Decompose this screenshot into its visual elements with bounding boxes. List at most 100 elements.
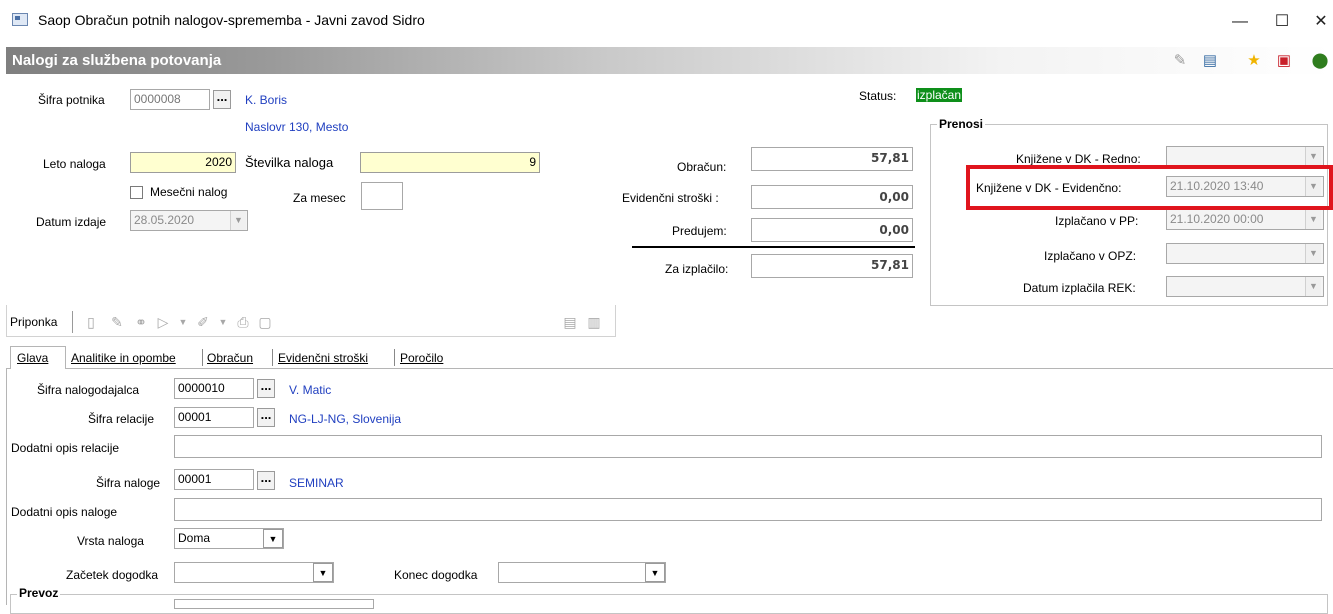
edit-icon[interactable]: ✎ bbox=[1170, 51, 1190, 71]
dodatni-relacije-input[interactable] bbox=[174, 435, 1322, 458]
totals-divider bbox=[632, 246, 915, 248]
tab-panel-border bbox=[6, 369, 7, 605]
potnik-input[interactable]: 0000008 bbox=[130, 89, 210, 110]
zacetek-label: Začetek dogodka bbox=[66, 568, 159, 582]
prenosi-redno-dropdown-icon[interactable]: ▼ bbox=[1305, 147, 1321, 166]
tabs-baseline bbox=[6, 368, 1333, 369]
nalogodajalec-lookup-button[interactable]: ... bbox=[257, 379, 275, 398]
leto-label: Leto naloga bbox=[43, 157, 106, 171]
prenosi-opz-dropdown-icon[interactable]: ▼ bbox=[1305, 244, 1321, 263]
priponka-label: Priponka bbox=[10, 315, 58, 329]
star-icon[interactable]: ★ bbox=[1244, 51, 1264, 71]
app-icon bbox=[12, 13, 28, 26]
prenosi-opz-label: Izplačano v OPZ: bbox=[1044, 249, 1137, 263]
dodatni-naloge-label: Dodatni opis naloge bbox=[11, 505, 118, 519]
doc-pen-icon[interactable]: ✐ bbox=[194, 313, 212, 331]
datum-izdaje-label: Datum izdaje bbox=[36, 215, 107, 229]
evidencni-value: 0,00 bbox=[751, 185, 913, 209]
tab-analitike[interactable]: Analitike in opombe bbox=[71, 349, 176, 368]
pdf-icon[interactable]: ▣ bbox=[1274, 51, 1294, 71]
stevilka-label: Številka naloga bbox=[245, 155, 334, 170]
zacetek-dropdown-icon[interactable]: ▼ bbox=[313, 563, 333, 582]
tab-porocilo-label: Poročilo bbox=[400, 351, 444, 365]
close-button[interactable]: ✕ bbox=[1298, 8, 1333, 36]
konec-select[interactable] bbox=[498, 562, 666, 583]
mesecni-checkbox[interactable] bbox=[130, 186, 143, 199]
tab-separator bbox=[394, 349, 395, 366]
vrsta-dropdown-icon[interactable]: ▼ bbox=[263, 529, 283, 548]
izplacilo-value: 57,81 bbox=[751, 254, 913, 278]
lock-icon[interactable]: ▢ bbox=[256, 313, 274, 331]
prenosi-pp-input[interactable]: 21.10.2020 00:00 bbox=[1166, 209, 1324, 230]
window-title: Saop Obračun potnih nalogov-sprememba - … bbox=[38, 12, 425, 28]
tab-separator bbox=[202, 349, 203, 366]
doc-arrow-icon[interactable]: ▷ bbox=[154, 313, 172, 331]
tab-glava-label: Glava bbox=[17, 351, 49, 365]
tab-evidencni[interactable]: Evidenčni stroški bbox=[278, 349, 368, 368]
highlight-box bbox=[966, 165, 1333, 210]
new-doc-icon[interactable]: ▯ bbox=[82, 313, 100, 331]
potnik-label: Šifra potnika bbox=[38, 93, 105, 107]
status-badge: izplačan bbox=[916, 88, 963, 102]
tab-porocilo[interactable]: Poročilo bbox=[400, 349, 443, 368]
naloge-input[interactable]: 00001 bbox=[174, 469, 254, 490]
nalogodajalec-input[interactable]: 0000010 bbox=[174, 378, 254, 399]
doc-pen-dropdown-icon[interactable]: ▼ bbox=[214, 313, 232, 331]
relacija-name: NG-LJ-NG, Slovenija bbox=[289, 412, 402, 426]
tab-glava[interactable]: Glava bbox=[17, 349, 48, 368]
konec-dropdown-icon[interactable]: ▼ bbox=[645, 563, 665, 582]
status-label: Status: bbox=[859, 89, 897, 103]
relacija-label: Šifra relacije bbox=[88, 412, 155, 426]
report-icon[interactable]: ▤ bbox=[1200, 51, 1220, 71]
prenosi-rek-input[interactable] bbox=[1166, 276, 1324, 297]
tab-evidencni-label: Evidenčni stroški bbox=[278, 351, 369, 365]
prenosi-pp-label: Izplačano v PP: bbox=[1055, 214, 1139, 228]
predujem-label: Predujem: bbox=[672, 224, 727, 238]
prenosi-opz-input[interactable] bbox=[1166, 243, 1324, 264]
naloge-name: SEMINAR bbox=[289, 476, 344, 490]
tab-analitike-label: Analitike in opombe bbox=[71, 351, 176, 365]
minimize-button[interactable]: — bbox=[1217, 8, 1263, 36]
export-icon[interactable]: ▥ bbox=[585, 313, 603, 331]
import-icon[interactable]: ▤ bbox=[561, 313, 579, 331]
relacija-lookup-button[interactable]: ... bbox=[257, 408, 275, 427]
prevoz-legend: Prevoz bbox=[17, 586, 61, 600]
nalogodajalec-name: V. Matic bbox=[289, 383, 332, 397]
stevilka-input[interactable]: 9 bbox=[360, 152, 540, 173]
zamesec-input[interactable] bbox=[361, 182, 403, 210]
potnik-lookup-button[interactable]: ... bbox=[213, 90, 231, 109]
page-title: Nalogi za službena potovanja bbox=[12, 52, 222, 69]
konec-label: Konec dogodka bbox=[394, 568, 478, 582]
vrsta-label: Vrsta naloga bbox=[77, 534, 144, 548]
scan-icon[interactable]: ⎙ bbox=[234, 313, 252, 331]
naloge-label: Šifra naloge bbox=[96, 476, 161, 490]
zacetek-select[interactable] bbox=[174, 562, 334, 583]
tab-separator bbox=[272, 349, 273, 366]
potnik-name: K. Boris bbox=[245, 93, 288, 107]
link-icon[interactable]: ⚭ bbox=[132, 313, 150, 331]
dodatni-naloge-input[interactable] bbox=[174, 498, 1322, 521]
prevoz-select[interactable] bbox=[174, 599, 374, 609]
prenosi-pp-dropdown-icon[interactable]: ▼ bbox=[1305, 210, 1321, 229]
edit-doc-icon[interactable]: ✎ bbox=[108, 313, 126, 331]
dodatni-relacije-label: Dodatni opis relacije bbox=[11, 441, 120, 455]
prenosi-legend: Prenosi bbox=[937, 117, 986, 131]
predujem-value: 0,00 bbox=[751, 218, 913, 242]
izplacilo-label: Za izplačilo: bbox=[665, 262, 729, 276]
relacija-input[interactable]: 00001 bbox=[174, 407, 254, 428]
prenosi-rek-dropdown-icon[interactable]: ▼ bbox=[1305, 277, 1321, 296]
tab-obracun-label: Obračun bbox=[207, 351, 254, 365]
prenosi-redno-input[interactable] bbox=[1166, 146, 1324, 167]
datum-izdaje-dropdown-icon[interactable]: ▼ bbox=[230, 211, 246, 230]
leto-input[interactable]: 2020 bbox=[130, 152, 236, 173]
naloge-lookup-button[interactable]: ... bbox=[257, 471, 275, 490]
doc-arrow-dropdown-icon[interactable]: ▼ bbox=[174, 313, 192, 331]
potnik-address: Naslovr 130, Mesto bbox=[245, 120, 349, 134]
evidencni-label: Evidenčni stroški : bbox=[622, 191, 719, 205]
prenosi-redno-label: Knjižene v DK - Redno: bbox=[1016, 152, 1141, 166]
mesecni-label: Mesečni nalog bbox=[150, 185, 228, 199]
exit-icon[interactable]: ⬤ bbox=[1310, 51, 1330, 71]
toolbar-separator bbox=[72, 311, 73, 333]
tab-obracun[interactable]: Obračun bbox=[207, 349, 253, 368]
prenosi-rek-label: Datum izplačila REK: bbox=[1023, 281, 1136, 295]
